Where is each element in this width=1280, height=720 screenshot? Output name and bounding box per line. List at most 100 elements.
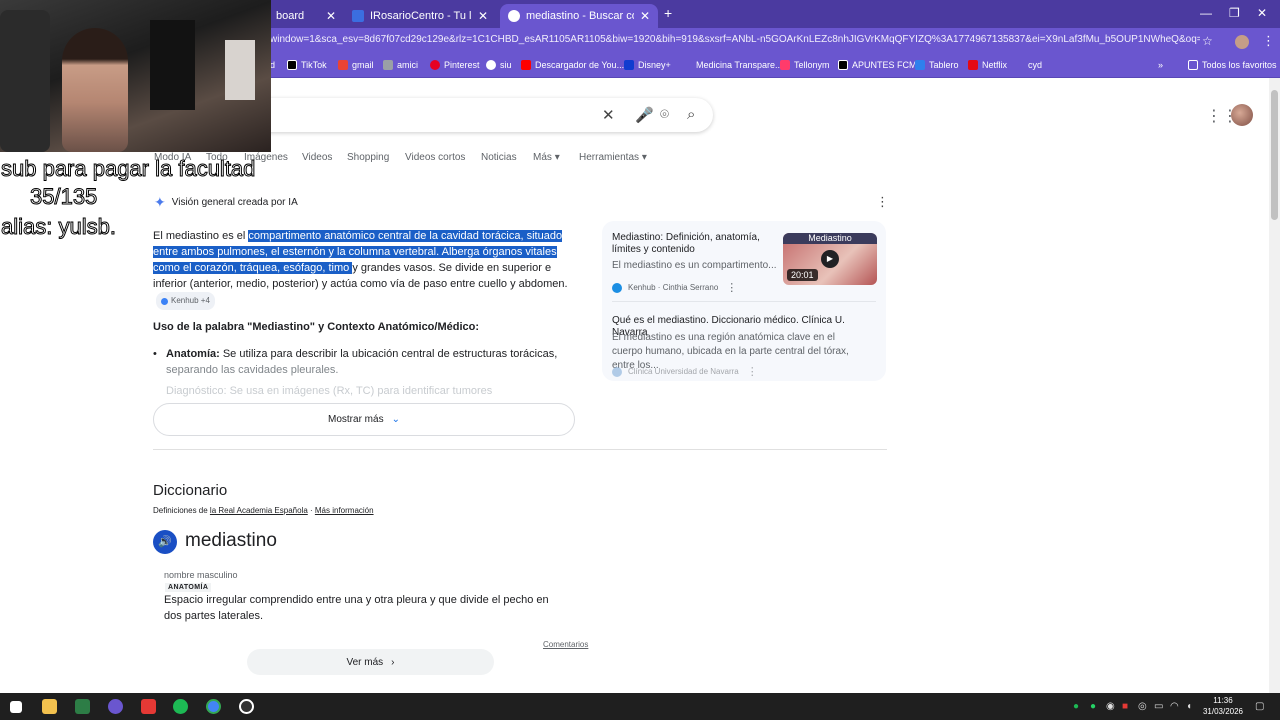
video-label: Mediastino [783, 233, 877, 244]
bookmarks-overflow-icon[interactable]: » [1158, 60, 1163, 70]
google-favicon-icon [508, 10, 520, 22]
tab-title: board [276, 10, 305, 22]
browser-icon[interactable] [108, 699, 123, 714]
more-info-link[interactable]: Más información [315, 506, 374, 515]
search-icon[interactable]: ⌕ [687, 106, 695, 123]
spotify-tray-icon[interactable]: ● [1073, 701, 1079, 712]
network-tray-icon[interactable]: ◎ [1138, 701, 1147, 712]
tab-shopping[interactable]: Shopping [347, 152, 389, 163]
search-box[interactable]: ✕ 🎤 ⌾ ⌕ [250, 98, 713, 132]
bookmark-label: Descargador de You... [535, 60, 625, 70]
restore-icon[interactable]: ❐ [1229, 6, 1240, 20]
speaker-icon[interactable]: 🔊 [153, 530, 177, 554]
ai-overview-menu-icon[interactable]: ⋮ [876, 194, 889, 210]
discord-tray-icon[interactable]: ◉ [1106, 701, 1115, 712]
close-window-icon[interactable]: ✕ [1257, 6, 1267, 20]
sparkle-icon: ✦ [154, 194, 166, 210]
bookmark-apuntes[interactable]: APUNTES FCM [838, 60, 917, 70]
bookmark-youtube-downloader[interactable]: Descargador de You... [521, 60, 624, 70]
bookmark-tablero[interactable]: Tablero [915, 60, 959, 70]
bullet-body: Se utiliza para describir la ubicación c… [219, 348, 558, 360]
browser-menu-icon[interactable]: ⋮ [1262, 33, 1275, 49]
source-menu-icon[interactable]: ⋮ [747, 365, 758, 378]
chevron-down-icon: ⌄ [391, 414, 400, 425]
bookmark-medicina[interactable]: Medicina Transpare... [682, 60, 783, 70]
tab-herramientas[interactable]: Herramientas ▾ [579, 152, 647, 163]
minimize-icon[interactable]: — [1200, 6, 1212, 20]
close-icon[interactable]: ✕ [478, 9, 488, 23]
avatar[interactable] [1231, 104, 1253, 126]
comments-link[interactable]: Comentarios [543, 640, 588, 649]
bookmark-label: Tablero [929, 60, 959, 70]
battery-icon[interactable]: ▭ [1154, 701, 1163, 712]
bookmark-star-icon[interactable]: ☆ [1202, 34, 1213, 48]
page-scrollbar[interactable] [1269, 78, 1280, 693]
kenhub-icon [161, 297, 168, 305]
source-chip-label: Kenhub +4 [171, 296, 210, 305]
bookmark-tellonym[interactable]: Tellonym [780, 60, 830, 70]
tab-mas[interactable]: Más ▾ [533, 152, 560, 163]
part-of-speech: nombre masculino [164, 570, 238, 580]
show-more-button[interactable]: Mostrar más ⌄ [153, 403, 575, 436]
close-icon[interactable]: ✕ [640, 9, 650, 23]
tab-mediastino-search[interactable]: mediastino - Buscar con Google ✕ [500, 4, 658, 28]
file-explorer-icon[interactable] [42, 699, 57, 714]
video-thumbnail[interactable]: Mediastino ▶ 20:01 [783, 233, 877, 285]
separator: · [307, 506, 315, 515]
app-icon[interactable] [141, 699, 156, 714]
bookmark-tiktok[interactable]: TikTok [287, 60, 327, 70]
disney-icon [624, 60, 634, 70]
tab-dashboard[interactable]: board ✕ [268, 4, 344, 28]
tab-videos[interactable]: Videos [302, 152, 332, 163]
chrome-icon[interactable] [206, 699, 221, 714]
bookmark-cyd[interactable]: cyd [1014, 60, 1042, 70]
clear-search-icon[interactable]: ✕ [602, 106, 615, 124]
bookmark-amici[interactable]: amici [383, 60, 418, 70]
url-input[interactable]: window=1&sca_esv=8d67f07cd29c129e&rlz=1C… [270, 34, 1200, 45]
bookmark-label: Pinterest [444, 60, 480, 70]
store-icon[interactable] [75, 699, 90, 714]
dictionary-source: Definiciones de la Real Academia Español… [153, 506, 374, 515]
source-chip[interactable]: Kenhub +4 [156, 292, 215, 310]
close-icon[interactable]: ✕ [326, 9, 336, 23]
new-tab-plus-icon[interactable]: + [664, 5, 672, 21]
bookmark-siu[interactable]: siu [486, 60, 512, 70]
divider [612, 301, 876, 302]
source-menu-icon[interactable]: ⋮ [726, 281, 737, 294]
volume-icon[interactable]: ◖ [1186, 701, 1192, 712]
source-site: Kenhub · Cinthia Serrano [628, 283, 719, 292]
source-title[interactable]: Mediastino: Definición, anatomía, límite… [612, 232, 772, 256]
play-icon[interactable]: ▶ [821, 250, 839, 268]
obs-icon[interactable] [239, 699, 254, 714]
notifications-icon[interactable]: ▢ [1255, 701, 1264, 712]
scrollbar-thumb[interactable] [1271, 90, 1278, 220]
spotify-icon[interactable] [173, 699, 188, 714]
app-tray-icon[interactable]: ■ [1122, 701, 1128, 712]
tab-mas-label: Más [533, 152, 552, 163]
windows-start-icon[interactable] [10, 701, 22, 713]
bookmark-disney[interactable]: Disney+ [624, 60, 671, 70]
bookmark-label: Disney+ [638, 60, 671, 70]
microphone-icon[interactable]: 🎤 [635, 106, 654, 124]
tab-herramientas-label: Herramientas [579, 152, 640, 163]
rae-link[interactable]: la Real Academia Española [210, 506, 308, 515]
tab-irosariocentro[interactable]: IRosarioCentro - Tu lugar de te ✕ [344, 4, 496, 28]
sources-panel: Mediastino: Definición, anatomía, límite… [602, 221, 886, 381]
bookmark-label: gmail [352, 60, 374, 70]
whatsapp-tray-icon[interactable]: ● [1090, 701, 1096, 712]
all-bookmarks[interactable]: Todos los favoritos [1188, 60, 1277, 70]
clock-time[interactable]: 11:36 [1210, 696, 1236, 705]
tab-noticias[interactable]: Noticias [481, 152, 517, 163]
wifi-icon[interactable]: ◠ [1170, 701, 1179, 712]
profile-icon[interactable] [1235, 35, 1249, 49]
bookmark-netflix[interactable]: Netflix [968, 60, 1007, 70]
lens-icon[interactable]: ⌾ [660, 106, 669, 123]
bookmark-label: amici [397, 60, 419, 70]
field-tag: ANATOMÍA [165, 583, 212, 592]
tab-videos-cortos[interactable]: Videos cortos [405, 152, 465, 163]
clock-date[interactable]: 31/03/2026 [1200, 707, 1246, 716]
bookmark-gmail[interactable]: gmail [338, 60, 374, 70]
tab-title: IRosarioCentro - Tu lugar de te [370, 10, 472, 22]
see-more-button[interactable]: Ver más › [247, 649, 494, 675]
bookmark-pinterest[interactable]: Pinterest [430, 60, 480, 70]
